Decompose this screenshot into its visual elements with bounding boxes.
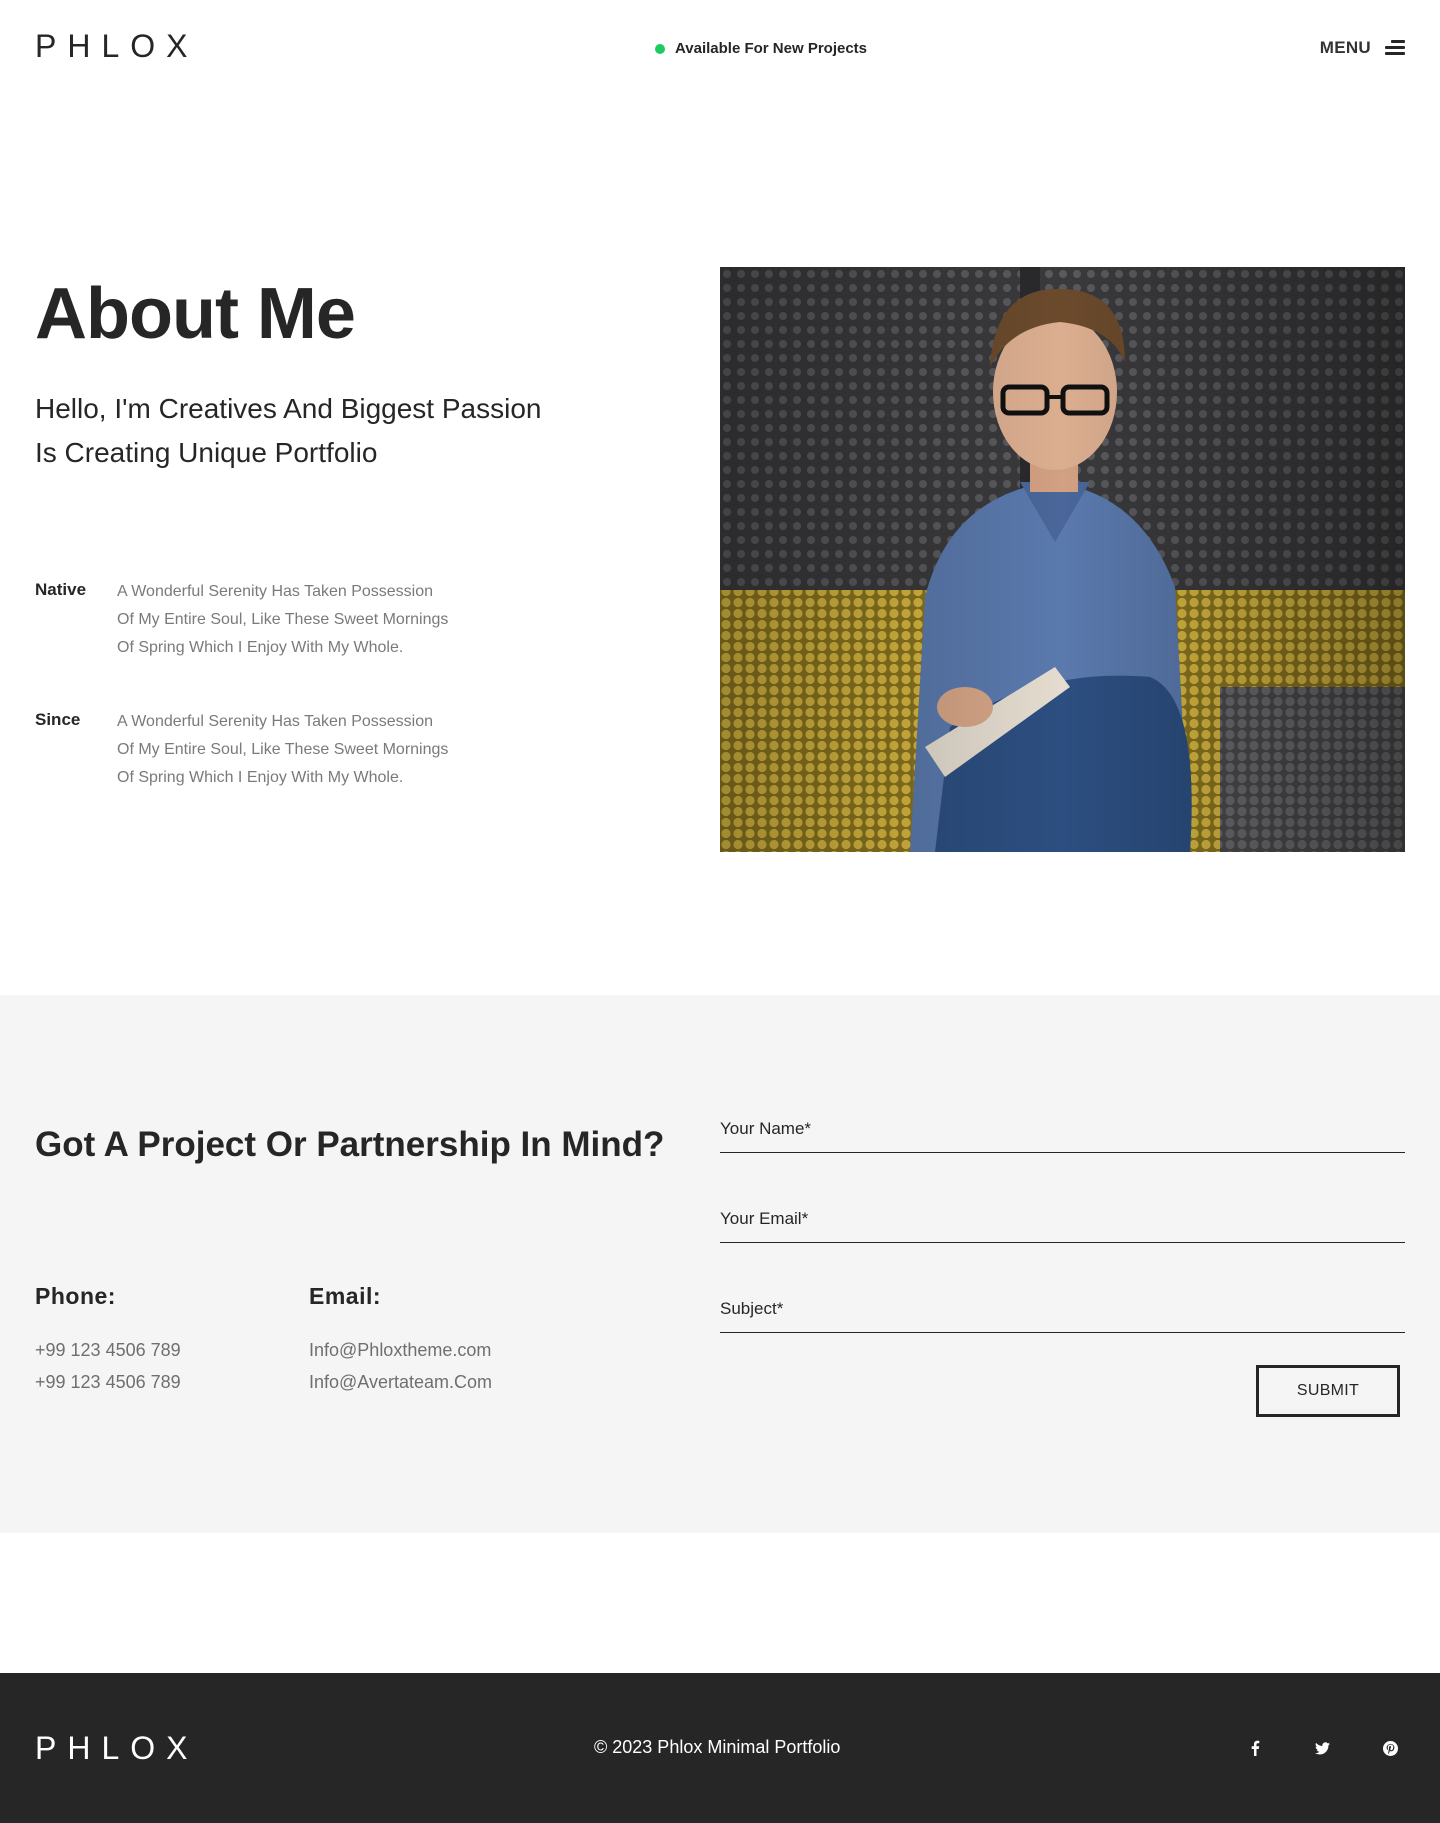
svg-text:PHLOX: PHLOX [35, 33, 193, 59]
phone-label: Phone: [35, 1283, 116, 1309]
info-label: Since [35, 710, 81, 729]
about-subtitle: Hello, I'm Creatives And Biggest Passion… [35, 387, 595, 475]
info-description: A Wonderful Serenity Has Taken Possessio… [117, 708, 497, 792]
page-title: About Me [35, 274, 356, 354]
email-address[interactable]: Info@Phloxtheme.com [309, 1334, 492, 1366]
submit-button[interactable]: SUBMIT [1256, 1365, 1400, 1417]
phone-number[interactable]: +99 123 4506 789 [35, 1334, 181, 1366]
info-line: A Wonderful Serenity Has Taken Possessio… [117, 583, 434, 600]
footer-logo[interactable]: PHLOX [35, 1730, 193, 1766]
info-line: Of My Entire Soul, Like These Sweet Morn… [117, 741, 449, 758]
copyright-text: © 2023 Phlox Minimal Portfolio [594, 1737, 841, 1757]
info-line: Of My Entire Soul, Like These Sweet Morn… [117, 611, 449, 628]
svg-text:PHLOX: PHLOX [35, 1735, 193, 1761]
status-dot-icon [655, 43, 665, 54]
site-footer: PHLOX © 2023 Phlox Minimal Portfolio [0, 1673, 1440, 1823]
email-label: Email: [309, 1283, 382, 1309]
info-line: A Wonderful Serenity Has Taken Possessio… [117, 713, 434, 730]
name-field-wrapper [720, 1109, 1405, 1153]
footer-logo-wordmark: PHLOX [35, 1730, 193, 1766]
info-line: Of Spring Which I Enjoy With My Whole. [117, 639, 404, 656]
availability-text: Available For New Projects [675, 40, 868, 57]
about-subtitle-line: Is Creating Unique Portfolio [35, 437, 378, 468]
menu-label: MENU [1319, 38, 1371, 57]
contact-title: Got A Project Or Partnership In Mind? [35, 1125, 665, 1164]
email-field[interactable] [720, 1199, 1405, 1239]
phone-block: Phone: +99 123 4506 789 +99 123 4506 789 [35, 1283, 181, 1398]
info-item-since: Since A Wonderful Serenity Has Taken Pos… [35, 708, 497, 792]
phone-number[interactable]: +99 123 4506 789 [35, 1366, 181, 1398]
info-description: A Wonderful Serenity Has Taken Possessio… [117, 578, 497, 662]
subject-field[interactable] [720, 1289, 1405, 1329]
name-field[interactable] [720, 1109, 1405, 1149]
menu-button[interactable]: MENU [1320, 38, 1405, 58]
email-field-wrapper [720, 1199, 1405, 1243]
availability-status: Available For New Projects [655, 40, 867, 57]
info-item-native: Native A Wonderful Serenity Has Taken Po… [35, 578, 497, 662]
info-line: Of Spring Which I Enjoy With My Whole. [117, 769, 404, 786]
subject-field-wrapper [720, 1289, 1405, 1333]
hamburger-icon [1385, 40, 1405, 56]
about-subtitle-line: Hello, I'm Creatives And Biggest Passion [35, 393, 542, 424]
profile-photo-illustration [720, 267, 1405, 852]
facebook-icon[interactable] [1245, 1738, 1265, 1758]
twitter-icon[interactable] [1312, 1738, 1332, 1758]
site-header: PHLOX Available For New Projects MENU [0, 0, 1440, 100]
email-address[interactable]: Info@Avertateam.Com [309, 1366, 492, 1398]
logo[interactable]: PHLOX [35, 28, 193, 64]
pinterest-icon[interactable] [1380, 1738, 1400, 1758]
contact-section: Got A Project Or Partnership In Mind? Ph… [0, 995, 1440, 1533]
info-label: Native [35, 580, 87, 599]
logo-wordmark: PHLOX [35, 28, 193, 64]
profile-photo [720, 267, 1405, 852]
email-block: Email: Info@Phloxtheme.com Info@Avertate… [309, 1283, 492, 1398]
